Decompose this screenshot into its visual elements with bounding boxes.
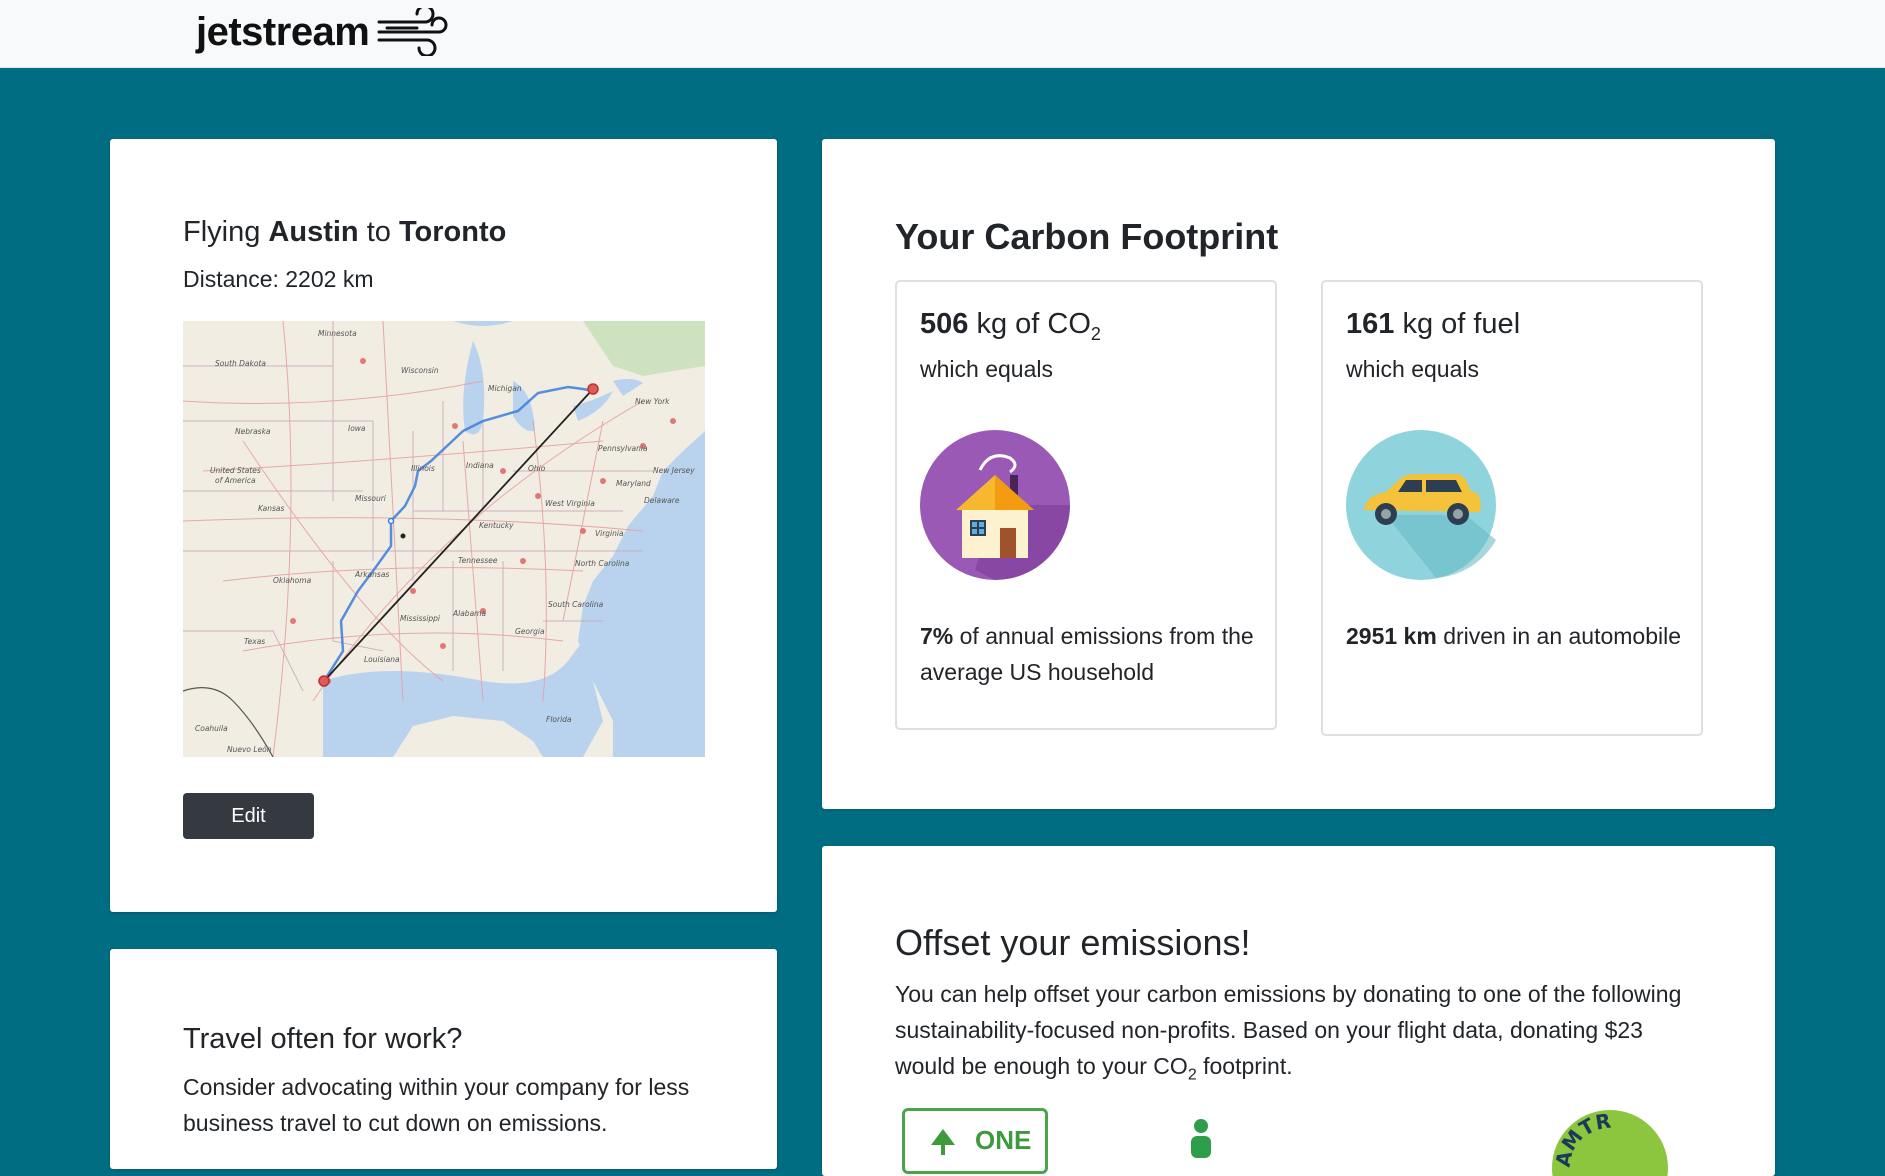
map-label: Kentucky xyxy=(479,521,514,530)
offset-title: Offset your emissions! xyxy=(895,922,1251,963)
map-label: Texas xyxy=(244,637,265,646)
map-label: Iowa xyxy=(348,424,366,433)
origin-marker xyxy=(318,675,330,687)
fuel-stat-box: 161 kg of fuel which equals 2951 km driv… xyxy=(1321,280,1703,736)
map-label: Maryland xyxy=(616,479,651,488)
edit-button[interactable]: Edit xyxy=(183,793,314,839)
co2-amount: 506 kg of CO2 xyxy=(920,308,1101,344)
map-label: Alabama xyxy=(452,609,486,618)
fuel-equals-label: which equals xyxy=(1346,356,1479,382)
map-label: Florida xyxy=(546,715,572,724)
work-travel-text: Consider advocating within your company … xyxy=(183,1074,690,1136)
route-map[interactable]: Minnesota South Dakota Wisconsin Michiga… xyxy=(183,321,705,757)
co2-equals-label: which equals xyxy=(920,356,1053,382)
destination-city: Toronto xyxy=(398,216,507,248)
map-label: Ohio xyxy=(528,464,546,473)
origin-city: Austin xyxy=(268,216,359,248)
top-navbar: jetstream xyxy=(0,0,1885,68)
map-label: Virginia xyxy=(595,529,624,538)
car-icon xyxy=(1346,430,1496,580)
flight-distance: Distance: 2202 km xyxy=(183,266,374,292)
offset-description: You can help offset your carbon emission… xyxy=(895,981,1682,1084)
map-label: Kansas xyxy=(258,504,285,513)
work-travel-title: Travel often for work? xyxy=(183,1023,463,1055)
brand-name: jetstream xyxy=(196,9,370,54)
destination-marker xyxy=(587,383,599,395)
map-label: of America xyxy=(215,476,256,485)
brand-logo[interactable]: jetstream xyxy=(196,6,449,58)
map-label: Delaware xyxy=(644,496,680,505)
map-label: Minnesota xyxy=(318,329,357,338)
nonprofit-logo-team[interactable]: AMTR xyxy=(1550,1108,1670,1176)
map-label: Michigan xyxy=(488,384,522,393)
map-label: New Jersey xyxy=(653,466,695,475)
map-label: Georgia xyxy=(515,627,545,636)
map-label: Nuevo León xyxy=(227,745,272,754)
map-label: Missouri xyxy=(355,494,387,503)
map-label: Pennsylvania xyxy=(598,444,648,453)
wind-icon xyxy=(377,8,448,56)
map-label: United States xyxy=(210,466,261,475)
co2-equivalent-text: 7% of annual emissions from the average … xyxy=(920,623,1254,685)
map-label: Arkansas xyxy=(354,570,389,579)
fuel-amount: 161 kg of fuel xyxy=(1346,308,1521,340)
nonprofit-logo-one[interactable]: ONE xyxy=(902,1108,1048,1174)
co2-stat-box: 506 kg of CO2 which equals 7% of annual … xyxy=(895,280,1277,730)
trip-title: Flying Austin to Toronto xyxy=(183,216,507,248)
work-travel-card: Travel often for work? Consider advocati… xyxy=(110,949,777,1169)
trip-card: Flying Austin to Toronto Distance: 2202 … xyxy=(110,139,777,912)
map-label: South Carolina xyxy=(548,600,604,609)
map-label: Illinois xyxy=(411,464,435,473)
fuel-equivalent-text: 2951 km driven in an automobile xyxy=(1346,623,1682,649)
map-label: Mississippi xyxy=(400,614,441,623)
carbon-footprint-title: Your Carbon Footprint xyxy=(895,216,1279,257)
offset-card: Offset your emissions! You can help offs… xyxy=(822,846,1775,1176)
map-label: Tennessee xyxy=(458,556,498,565)
map-label: West Virginia xyxy=(545,499,595,508)
map-label: Oklahoma xyxy=(273,576,312,585)
map-label: North Carolina xyxy=(575,559,630,568)
carbon-footprint-card: Your Carbon Footprint 506 kg of CO2 whic… xyxy=(822,139,1775,809)
tree-icon xyxy=(931,1129,955,1155)
map-label: South Dakota xyxy=(215,359,266,368)
map-label: Nebraska xyxy=(235,427,271,436)
map-label: New York xyxy=(635,397,670,406)
house-icon xyxy=(920,430,1070,580)
map-label: Coahuila xyxy=(195,724,228,733)
map-label: Indiana xyxy=(466,461,494,470)
map-label: Louisiana xyxy=(364,655,400,664)
nonprofit-logo-person-icon[interactable] xyxy=(1184,1118,1218,1158)
map-label: Wisconsin xyxy=(401,366,439,375)
